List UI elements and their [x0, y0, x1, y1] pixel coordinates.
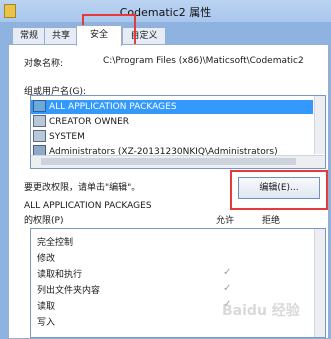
scroll-thumb[interactable] [41, 158, 296, 165]
permissions-for-line2: 的权限(P) [24, 216, 64, 226]
allow-header: 允许 [216, 216, 235, 226]
permission-name: 写入 [37, 318, 56, 328]
watermark-text: Baidu 经验 [222, 303, 300, 319]
vertical-scrollbar[interactable] [314, 96, 325, 154]
user-icon [33, 129, 46, 142]
title-bar: Codematic2 属性 [0, 0, 331, 22]
change-permission-hint: 要更改权限，请单击"编辑"。 [24, 183, 141, 193]
principal-item[interactable]: SYSTEM [31, 129, 313, 144]
permission-name: 修改 [37, 254, 56, 264]
tab-security[interactable]: 安全 [76, 25, 122, 46]
object-name-value: C:\Program Files (x86)\Maticsoft\Codemat… [103, 56, 304, 66]
object-name-label: 对象名称: [24, 59, 64, 69]
permission-name: 读取和执行 [37, 270, 83, 280]
tab-general[interactable]: 常规 [12, 27, 46, 44]
principal-item[interactable]: ALL APPLICATION PACKAGES [31, 99, 313, 114]
user-icon [33, 114, 46, 127]
horizontal-scrollbar[interactable] [31, 155, 325, 168]
highlight-edit-button [230, 170, 328, 210]
deny-header: 拒绝 [262, 216, 281, 226]
principal-item[interactable]: CREATOR OWNER [31, 114, 313, 129]
permission-name: 完全控制 [37, 238, 74, 248]
allow-check-icon: ✓ [223, 267, 232, 278]
permissions-scrollbar[interactable] [314, 229, 325, 337]
permissions-for-line1: ALL APPLICATION PACKAGES [24, 201, 152, 211]
permission-name: 列出文件夹内容 [37, 286, 101, 296]
principal-list[interactable]: ALL APPLICATION PACKAGES CREATOR OWNER S… [30, 95, 326, 169]
permission-name: 读取 [37, 302, 56, 312]
users-icon [33, 99, 46, 112]
permissions-table: 完全控制 修改 读取和执行 列出文件夹内容 读取 写入 ✓ ✓ ✓ [30, 228, 326, 338]
window-title: Codematic2 属性 [119, 6, 212, 19]
tab-sharing[interactable]: 共享 [44, 27, 78, 44]
allow-check-icon: ✓ [223, 283, 232, 294]
